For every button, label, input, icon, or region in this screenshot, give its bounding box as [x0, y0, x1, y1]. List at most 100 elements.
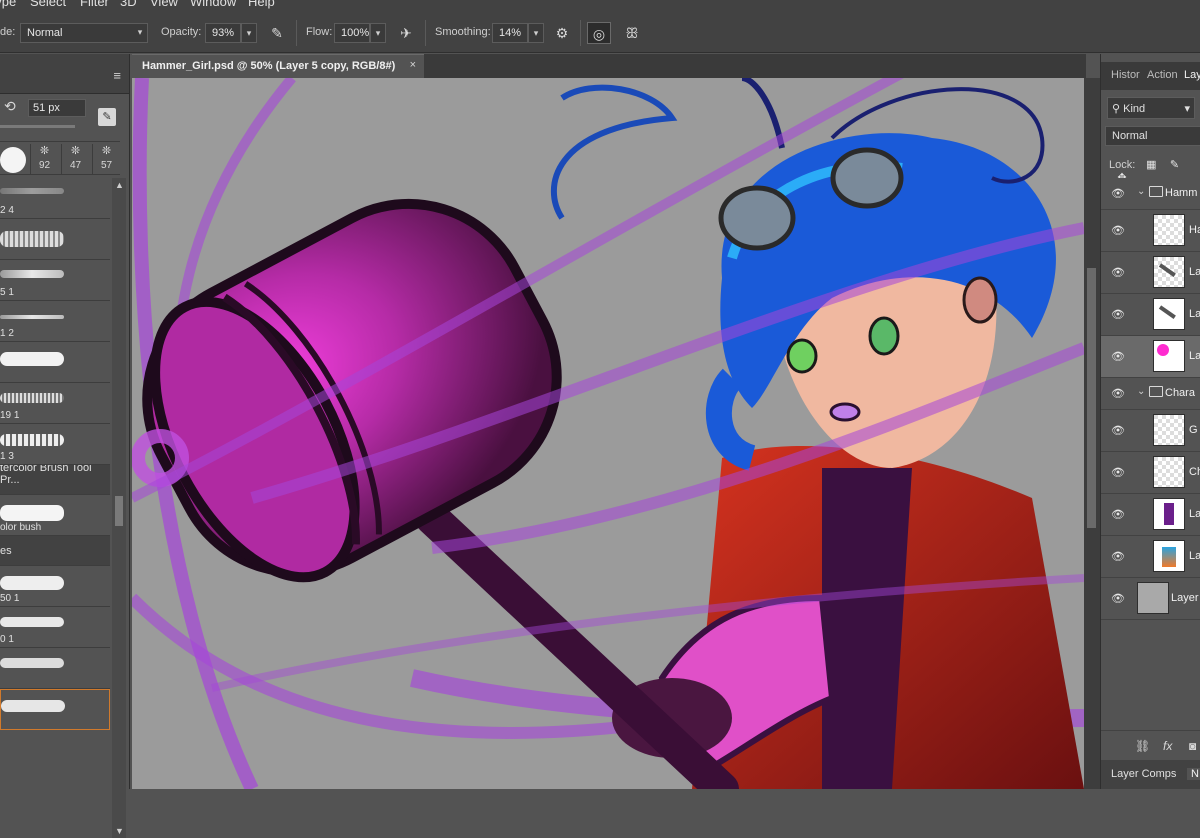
scroll-down-icon[interactable]: ▼ [115, 826, 124, 836]
layer-row[interactable]: 👁Cha [1101, 452, 1200, 494]
chevron-down-icon[interactable]: ⌄ [1137, 186, 1145, 197]
brush-group-header[interactable]: es [0, 536, 110, 566]
pressure-target-icon[interactable]: ◎ [587, 22, 611, 44]
eye-icon[interactable]: 👁 [1111, 266, 1125, 279]
document-tab[interactable]: Hammer_Girl.psd @ 50% (Layer 5 copy, RGB… [132, 54, 424, 78]
layer-row[interactable]: 👁La [1101, 252, 1200, 294]
list-item[interactable]: olor bush [0, 495, 110, 536]
canvas-scrollbar[interactable] [1084, 78, 1100, 789]
brush-size-field[interactable]: 51 px [28, 99, 86, 117]
menu-type[interactable]: Type [0, 0, 16, 9]
panel-header: ≡ [0, 54, 129, 94]
layer-group-row[interactable]: 👁 ⌄ Hamm [1101, 178, 1200, 210]
eye-icon[interactable]: 👁 [1111, 424, 1125, 437]
eye-icon[interactable]: 👁 [1111, 508, 1125, 521]
brush-tip-round[interactable] [0, 144, 28, 174]
eye-icon[interactable]: 👁 [1111, 308, 1125, 321]
list-item[interactable]: 0 1 [0, 607, 110, 648]
layer-filter-kind[interactable]: ⚲ Kind ▾ [1107, 97, 1195, 119]
butterfly-icon[interactable]: ꕥ [620, 22, 644, 44]
scroll-thumb[interactable] [115, 496, 123, 526]
eye-icon[interactable]: 👁 [1111, 387, 1125, 400]
eye-icon[interactable]: 👁 [1111, 350, 1125, 363]
layer-row[interactable]: 👁Lay [1101, 494, 1200, 536]
list-item[interactable]: 1 3 [0, 424, 110, 465]
pressure-pen-icon[interactable]: ✎ [265, 22, 289, 44]
brush-stroke-preview [0, 505, 64, 521]
new-preset-icon[interactable]: ✎ [98, 108, 116, 126]
opacity-field[interactable]: 93% [205, 23, 241, 43]
scroll-up-icon[interactable]: ▲ [115, 180, 124, 190]
layer-row[interactable]: 👁Ha [1101, 210, 1200, 252]
brush-group-header[interactable]: tercolor Brush Tool Pr... [0, 465, 110, 495]
menu-help[interactable]: Help [248, 0, 275, 9]
list-item[interactable]: 19 1 [0, 383, 110, 424]
panel-menu-icon[interactable]: ≡ [113, 68, 121, 83]
flow-label: Flow: [306, 26, 333, 38]
layer-thumbnail [1137, 582, 1169, 614]
layer-row[interactable]: 👁 G [1101, 410, 1200, 452]
list-item[interactable]: 1 2 [0, 301, 110, 342]
layer-list: 👁⌄Hamm 👁Ha 👁La 👁La 👁La 👁⌄Chara 👁G 👁Cha 👁… [1101, 178, 1200, 620]
layer-row-selected[interactable]: 👁La [1101, 336, 1200, 378]
smoothing-field[interactable]: 14% [492, 23, 528, 43]
search-icon: ⚲ [1112, 103, 1124, 115]
round-tip-icon [0, 147, 26, 173]
menu-view[interactable]: View [150, 0, 178, 9]
brush-tip[interactable]: ❊ 92 [30, 144, 58, 174]
layer-group-row[interactable]: 👁 ⌄ Chara [1101, 378, 1200, 410]
blend-mode-select[interactable]: Normal [1105, 126, 1200, 146]
document-canvas[interactable] [132, 78, 1084, 789]
menu-filter[interactable]: Filter [80, 0, 109, 9]
brush-size-slider[interactable] [0, 125, 75, 128]
divider [425, 20, 426, 46]
mask-icon[interactable]: ◙ [1189, 739, 1196, 753]
menu-select[interactable]: Select [30, 0, 66, 9]
divider [580, 20, 581, 46]
ear [962, 276, 998, 324]
fx-icon[interactable]: fx [1163, 739, 1172, 753]
tab-history[interactable]: Histor [1111, 69, 1140, 81]
tab-layers[interactable]: Lay [1184, 69, 1200, 81]
layer-thumbnail [1153, 414, 1185, 446]
list-item[interactable] [0, 219, 110, 260]
list-item[interactable] [0, 342, 110, 383]
close-icon[interactable]: × [410, 59, 416, 71]
brush-list-scrollbar[interactable]: ▲ ▼ [112, 178, 126, 838]
list-item[interactable]: 2 4 [0, 178, 110, 219]
eye-icon[interactable]: 👁 [1111, 224, 1125, 237]
eye-icon[interactable]: 👁 [1111, 550, 1125, 563]
background-layer-row[interactable]: 👁Layer 0 [1101, 578, 1200, 620]
reset-icon[interactable]: ⟲ [4, 98, 16, 115]
tab-navigator[interactable]: N [1187, 768, 1200, 780]
chevron-down-icon[interactable]: ⌄ [1137, 386, 1145, 397]
list-item[interactable] [0, 689, 110, 730]
eye-icon[interactable]: 👁 [1111, 592, 1125, 605]
list-item[interactable]: 50 1 [0, 566, 110, 607]
scroll-thumb[interactable] [1087, 268, 1096, 528]
brush-stroke-preview [1, 700, 65, 712]
opacity-dropdown-icon[interactable]: ▾ [241, 23, 257, 43]
layer-row[interactable]: 👁Lay [1101, 536, 1200, 578]
flow-dropdown-icon[interactable]: ▾ [370, 23, 386, 43]
menu-3d[interactable]: 3D [120, 0, 137, 9]
tab-actions[interactable]: Action [1147, 69, 1178, 81]
tab-layer-comps[interactable]: Layer Comps [1111, 768, 1176, 780]
brush-tip[interactable]: ❊ 57 [92, 144, 120, 174]
flow-field[interactable]: 100% [334, 23, 370, 43]
brush-tip[interactable]: ❊ 47 [61, 144, 89, 174]
lock-paint-icon[interactable]: ✎ [1167, 158, 1181, 171]
mode-select[interactable]: Normal [20, 23, 148, 43]
list-item[interactable]: 5 1 [0, 260, 110, 301]
lock-transparency-icon[interactable]: ▦ [1144, 158, 1158, 171]
smoothing-dropdown-icon[interactable]: ▾ [528, 23, 544, 43]
list-item[interactable] [0, 648, 110, 689]
eye-icon[interactable]: 👁 [1111, 187, 1125, 200]
menu-window[interactable]: Window [190, 0, 236, 9]
link-icon[interactable]: ⛓ [1135, 739, 1150, 753]
smoothing-label: Smoothing: [435, 26, 491, 38]
airbrush-icon[interactable]: ✈ [394, 22, 418, 44]
layer-row[interactable]: 👁La [1101, 294, 1200, 336]
gear-icon[interactable]: ⚙ [550, 22, 574, 44]
eye-icon[interactable]: 👁 [1111, 466, 1125, 479]
